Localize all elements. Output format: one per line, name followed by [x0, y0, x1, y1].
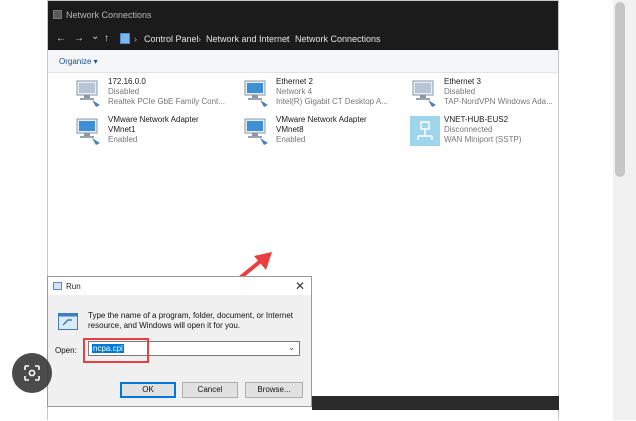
adapter-device: Enabled [276, 135, 306, 144]
network-folder-icon [53, 10, 62, 19]
up-button[interactable]: ↑ [104, 33, 109, 44]
ok-button[interactable]: OK [120, 382, 176, 398]
adapter-name: Ethernet 3 [444, 77, 481, 86]
adapter-status: Network 4 [276, 87, 313, 96]
run-title: Run [66, 282, 81, 291]
run-title-bar: Run ✕ [48, 277, 311, 295]
window-title: Network Connections [66, 10, 152, 20]
adapter-name: 172.16.0.0 [108, 77, 146, 86]
adapter-item[interactable]: Ethernet 3 Disabled TAP-NordVPN Windows … [410, 76, 570, 112]
breadcrumb-network-and-internet[interactable]: Network and Internet [206, 34, 290, 44]
browse-button[interactable]: Browse... [245, 382, 303, 398]
adapter-name: VMware Network Adapter [108, 115, 199, 124]
control-panel-icon [120, 33, 130, 44]
run-description: Type the name of a program, folder, docu… [88, 311, 294, 330]
adapter-status: Disconnected [444, 125, 493, 134]
back-button[interactable]: ← [56, 33, 66, 44]
close-icon[interactable]: ✕ [295, 279, 305, 293]
adapter-device: Enabled [108, 135, 138, 144]
open-label: Open: [55, 346, 77, 355]
annotation-highlight-box [83, 338, 149, 363]
adapter-status: Disabled [108, 87, 140, 96]
network-adapter-icon [412, 80, 436, 107]
adapter-device: TAP-NordVPN Windows Ada... [444, 97, 553, 106]
lens-icon [24, 365, 40, 381]
breadcrumb-control-panel[interactable]: Control Panel [144, 34, 199, 44]
organize-menu[interactable]: Organize ▾ [59, 57, 98, 66]
network-adapter-icon [244, 80, 268, 107]
breadcrumb-separator: › [198, 34, 201, 44]
adapter-name: Ethernet 2 [276, 77, 313, 86]
network-adapter-icon [76, 118, 100, 145]
recent-locations-button[interactable]: ⌄ [91, 31, 99, 42]
breadcrumb-separator: › [134, 34, 137, 44]
network-adapter-icon [76, 80, 100, 107]
adapter-status: Disabled [444, 87, 476, 96]
image-search-button[interactable] [12, 353, 52, 393]
adapter-item[interactable]: Ethernet 2 Network 4 Intel(R) Gigabit CT… [242, 76, 402, 112]
breadcrumb-separator: › [286, 34, 289, 44]
adapter-item[interactable]: 172.16.0.0 Disabled Realtek PCIe GbE Fam… [74, 76, 234, 112]
network-adapter-icon [244, 118, 268, 145]
address-bar: ← → ⌄ ↑ › Control Panel › Network and In… [48, 28, 558, 50]
adapter-device: WAN Miniport (SSTP) [444, 135, 522, 144]
scrollbar-thumb[interactable] [615, 2, 625, 177]
vpn-connection-icon [410, 116, 440, 146]
chevron-down-icon[interactable]: ⌄ [288, 343, 295, 352]
adapter-item[interactable]: VMware Network Adapter VMnet1 Enabled [74, 114, 234, 150]
command-bar: Organize ▾ [48, 50, 558, 73]
adapter-device: Intel(R) Gigabit CT Desktop A... [276, 97, 388, 106]
adapter-name: VNET-HUB-EUS2 [444, 115, 509, 124]
run-icon [53, 282, 62, 290]
cancel-button[interactable]: Cancel [182, 382, 238, 398]
forward-button[interactable]: → [74, 33, 84, 44]
adapter-item[interactable]: VNET-HUB-EUS2 Disconnected WAN Miniport … [410, 114, 570, 150]
taskbar-strip [312, 396, 559, 410]
run-program-icon [58, 313, 78, 330]
adapter-device: Realtek PCIe GbE Family Cont... [108, 97, 225, 106]
adapter-item[interactable]: VMware Network Adapter VMnet8 Enabled [242, 114, 402, 150]
adapter-status: VMnet8 [276, 125, 304, 134]
adapter-status: VMnet1 [108, 125, 136, 134]
breadcrumb-network-connections[interactable]: Network Connections [295, 34, 381, 44]
title-bar: Network Connections [48, 1, 558, 28]
adapter-name: VMware Network Adapter [276, 115, 367, 124]
